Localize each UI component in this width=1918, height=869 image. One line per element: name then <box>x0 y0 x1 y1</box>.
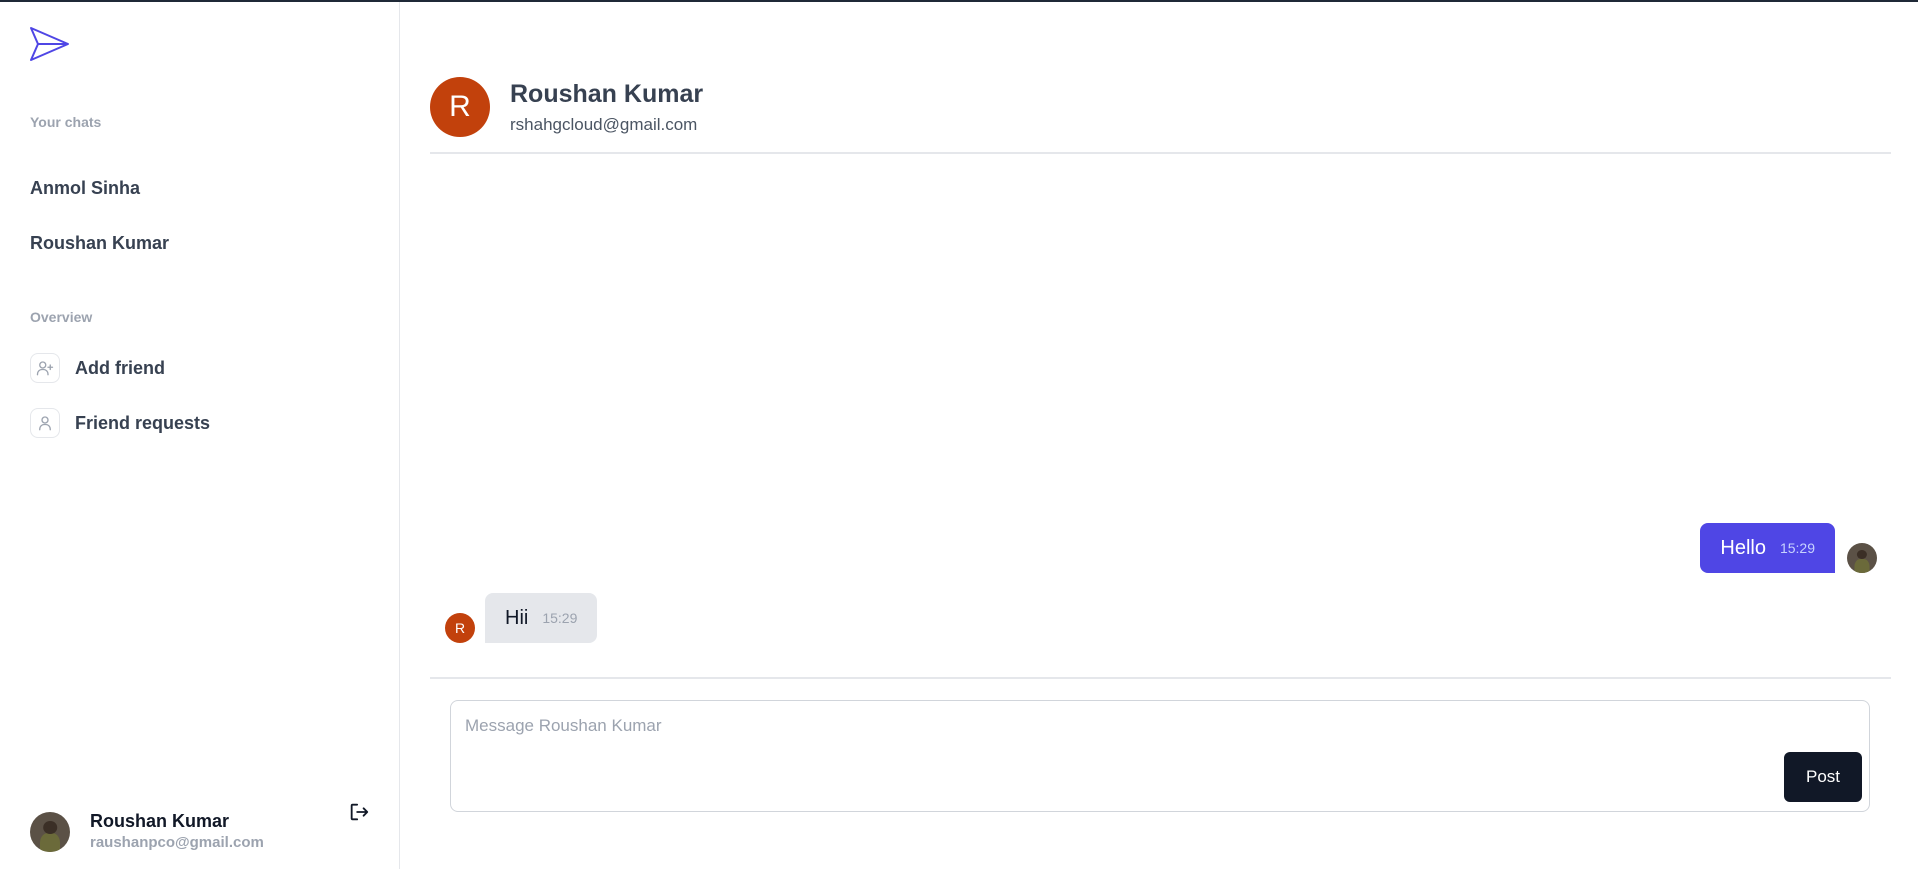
message-composer: Post <box>450 700 1870 812</box>
post-button[interactable]: Post <box>1784 752 1862 802</box>
user-icon <box>30 408 60 438</box>
sign-out-icon[interactable] <box>348 801 370 823</box>
overview-label: Overview <box>30 309 93 325</box>
message-text: Hii <box>505 606 529 629</box>
partner-name: Roushan Kumar <box>510 80 704 108</box>
message-bubble-sent: Hello 15:29 <box>1700 523 1835 573</box>
add-friend-label: Add friend <box>75 357 165 378</box>
message-time: 15:29 <box>1779 540 1815 556</box>
partner-avatar: R <box>430 77 490 137</box>
user-plus-icon <box>30 353 60 383</box>
chat-header: R Roushan Kumar rshahgcloud@gmail.com <box>430 2 1891 154</box>
profile-name: Roushan Kumar <box>90 811 230 831</box>
message-time: 15:29 <box>542 610 578 626</box>
message-bubble-received: Hii 15:29 <box>485 593 598 643</box>
sender-avatar <box>1847 543 1877 573</box>
receiver-avatar: R <box>445 613 475 643</box>
user-profile: Roushan Kumar raushanpco@gmail.com <box>30 810 264 854</box>
profile-email: raushanpco@gmail.com <box>90 834 264 851</box>
partner-email: rshahgcloud@gmail.com <box>510 115 698 134</box>
chat-item-roushan-kumar[interactable]: Roushan Kumar <box>30 233 169 254</box>
message-input[interactable] <box>465 711 1845 741</box>
message-text: Hello <box>1720 536 1766 559</box>
composer-divider <box>430 677 1891 679</box>
profile-avatar <box>30 812 70 852</box>
add-friend-link[interactable]: Add friend <box>30 353 165 383</box>
chat-item-anmol-sinha[interactable]: Anmol Sinha <box>30 178 140 199</box>
sidebar: Your chats Anmol Sinha Roushan Kumar Ove… <box>0 2 400 869</box>
friend-requests-label: Friend requests <box>75 412 211 433</box>
friend-requests-link[interactable]: Friend requests <box>30 408 210 438</box>
chat-panel: R Roushan Kumar rshahgcloud@gmail.com He… <box>430 2 1891 869</box>
send-logo-icon[interactable] <box>28 24 72 64</box>
your-chats-label: Your chats <box>30 114 102 130</box>
